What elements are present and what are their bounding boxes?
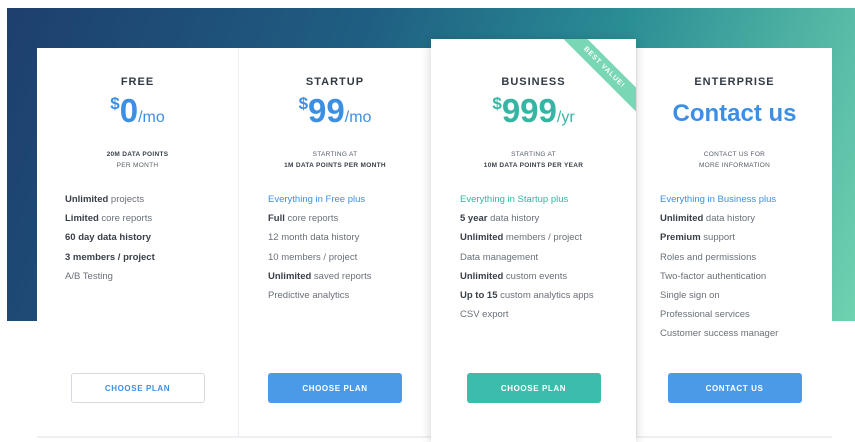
feature-item: 60 day data history	[65, 232, 152, 244]
feature-highlight: Everything in Free plus	[268, 194, 366, 205]
choose-plan-button[interactable]: CHOOSE PLAN	[268, 373, 402, 403]
feature-list: Unlimited projects Limited core reports …	[65, 190, 155, 286]
feature-item: Single sign on	[660, 289, 720, 301]
subtitle-line-2: 1M DATA POINTS PER MONTH	[284, 162, 386, 169]
feature-item: 3 members / project	[65, 251, 155, 263]
plan-subtitle: STARTING AT 1M DATA POINTS PER MONTH	[239, 149, 431, 171]
price-contact-text: Contact us	[672, 100, 797, 127]
feature-item: Predictive analytics	[268, 289, 350, 301]
feature-item: Customer success manager	[660, 328, 779, 340]
price-period: /yr	[556, 109, 575, 126]
feature-item: Limited core reports	[65, 213, 153, 225]
plan-price: $999/yr	[431, 92, 636, 130]
feature-highlight: Everything in Business plus	[660, 194, 777, 205]
plan-name: FREE	[120, 76, 155, 88]
price-amount: 99	[308, 92, 345, 129]
feature-item: Unlimited saved reports	[268, 270, 372, 282]
feature-item: Unlimited custom events	[460, 270, 568, 282]
plan-card-business: BEST VALUE! BUSINESS $999/yr STARTING AT…	[431, 39, 636, 442]
subtitle-line-1: STARTING AT	[312, 151, 358, 158]
feature-item: Professional services	[660, 309, 750, 321]
plan-name: BUSINESS	[501, 76, 566, 88]
feature-list: Everything in Free plus Full core report…	[268, 190, 371, 305]
subtitle-line-1: CONTACT US FOR	[703, 151, 766, 158]
feature-item: Up to 15 custom analytics apps	[460, 289, 594, 301]
feature-item: 10 members / project	[268, 251, 358, 263]
plan-subtitle: STARTING AT 10M DATA POINTS PER YEAR	[431, 149, 636, 171]
subtitle-line-1: STARTING AT	[511, 151, 556, 158]
plan-price: Contact us	[637, 100, 832, 128]
feature-item: Unlimited data history	[660, 213, 756, 225]
price-period: /mo	[138, 109, 165, 126]
subtitle-line-2: 10M DATA POINTS PER YEAR	[483, 162, 584, 169]
price-currency: $	[492, 94, 502, 113]
feature-item: 5 year data history	[460, 213, 540, 225]
contact-us-button[interactable]: CONTACT US	[667, 373, 802, 403]
feature-item: Full core reports	[268, 213, 339, 225]
plan-card-free: FREE $0/mo 20M DATA POINTS PER MONTH Unl…	[37, 48, 239, 436]
plan-price: $0/mo	[37, 92, 238, 130]
subtitle-line-1: 20M DATA POINTS	[106, 151, 169, 158]
feature-list: Everything in Startup plus 5 year data h…	[460, 190, 594, 324]
plan-subtitle: CONTACT US FOR MORE INFORMATION	[637, 149, 832, 171]
feature-list: Everything in Business plus Unlimited da…	[660, 190, 778, 344]
choose-plan-button[interactable]: CHOOSE PLAN	[70, 373, 205, 403]
feature-item: Unlimited projects	[65, 194, 145, 205]
price-currency: $	[298, 94, 309, 113]
feature-item: CSV export	[460, 309, 509, 321]
plan-name: ENTERPRISE	[694, 76, 775, 88]
feature-item: Unlimited members / project	[460, 232, 582, 244]
plan-card-startup: STARTUP $99/mo STARTING AT 1M DATA POINT…	[239, 48, 431, 436]
feature-item: 12 month data history	[268, 232, 360, 244]
plan-name: STARTUP	[305, 76, 365, 88]
price-currency: $	[110, 94, 120, 113]
choose-plan-button[interactable]: CHOOSE PLAN	[466, 373, 601, 403]
plan-price: $99/mo	[239, 92, 431, 130]
feature-item: Data management	[460, 251, 539, 263]
feature-item: Roles and permissions	[660, 251, 757, 263]
subtitle-line-2: MORE INFORMATION	[698, 162, 771, 169]
feature-item: Two-factor authentication	[660, 270, 767, 282]
subtitle-line-2: PER MONTH	[116, 162, 159, 169]
price-amount: 999	[501, 92, 557, 129]
feature-item: A/B Testing	[65, 270, 113, 282]
price-period: /mo	[344, 109, 372, 126]
feature-highlight: Everything in Startup plus	[460, 194, 569, 205]
feature-item: Premium support	[660, 232, 735, 244]
price-amount: 0	[119, 92, 139, 129]
plan-subtitle: 20M DATA POINTS PER MONTH	[37, 149, 238, 171]
plan-card-enterprise: ENTERPRISE Contact us CONTACT US FOR MOR…	[636, 48, 832, 436]
